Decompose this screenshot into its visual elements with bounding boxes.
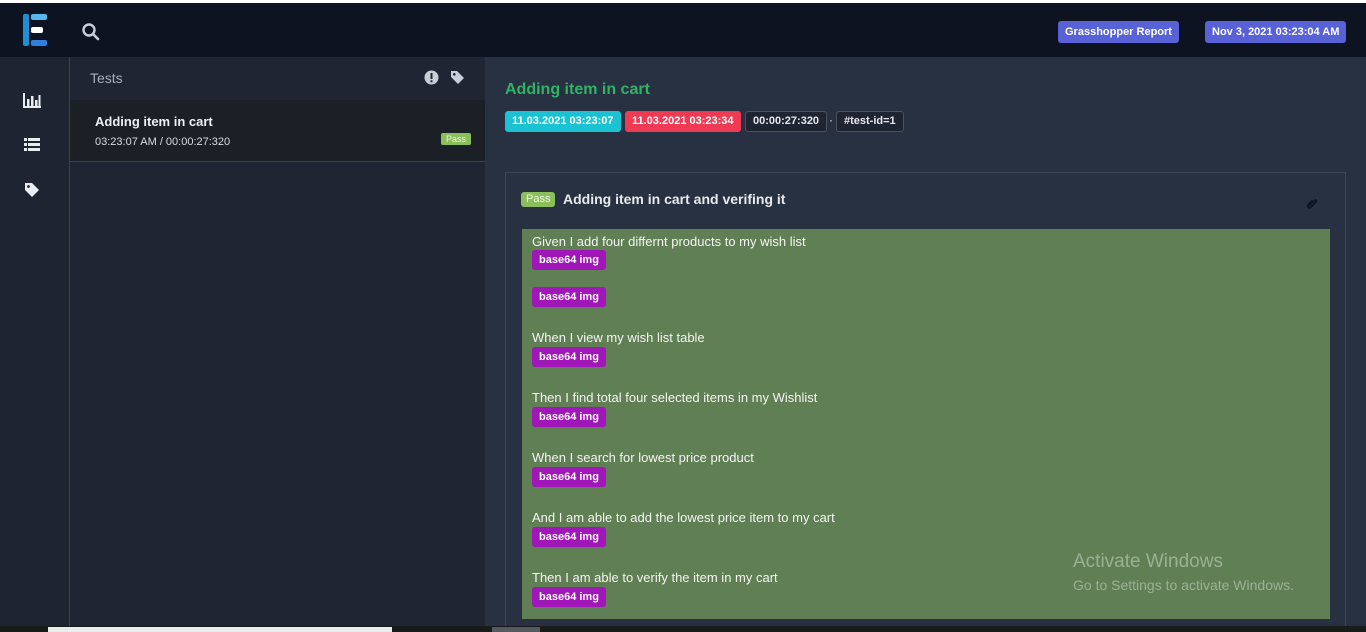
base64-img-button[interactable]: base64 img bbox=[532, 527, 606, 547]
scenario-pass-badge: Pass bbox=[521, 192, 556, 207]
tag-filter-icon[interactable] bbox=[450, 69, 466, 85]
paperclip-icon[interactable] bbox=[1306, 197, 1318, 209]
step-text: When I search for lowest price product bbox=[532, 450, 754, 465]
test-id-badge: #test-id=1 bbox=[836, 111, 904, 132]
list-icon[interactable] bbox=[22, 136, 42, 154]
base64-img-button[interactable]: base64 img bbox=[532, 407, 606, 427]
report-name-badge: Grasshopper Report bbox=[1058, 21, 1179, 43]
activate-windows-watermark: Activate Windows Go to Settings to activ… bbox=[1073, 551, 1294, 593]
watermark-title: Activate Windows bbox=[1073, 551, 1223, 572]
test-name: Adding item in cart bbox=[95, 114, 213, 129]
duration-badge: 00:00:27:320 bbox=[745, 111, 828, 132]
bottom-scrollbar[interactable] bbox=[0, 626, 1366, 632]
base64-img-button[interactable]: base64 img bbox=[532, 587, 606, 607]
left-navigation bbox=[0, 57, 70, 632]
base64-img-button[interactable]: base64 img bbox=[532, 467, 606, 487]
step-text: Given I add four differnt products to my… bbox=[532, 234, 806, 249]
bar-chart-icon[interactable] bbox=[22, 91, 42, 109]
step-text: Then I am able to verify the item in my … bbox=[532, 570, 778, 585]
tests-panel: Tests Adding item in cart 03:23:07 AM / … bbox=[70, 57, 485, 632]
tests-panel-title: Tests bbox=[90, 70, 123, 86]
test-time: 03:23:07 AM / 00:00:27:320 bbox=[95, 136, 231, 148]
scenario-title: Adding item in cart and verifing it bbox=[563, 191, 786, 207]
scrollbar-thumb[interactable] bbox=[48, 627, 392, 632]
app-logo-icon[interactable] bbox=[23, 14, 49, 48]
pass-badge: Pass bbox=[441, 133, 472, 145]
separator-dot: · bbox=[829, 113, 833, 127]
tests-panel-header: Tests bbox=[70, 57, 485, 100]
test-detail-title: Adding item in cart bbox=[505, 81, 650, 98]
start-time-badge: 11.03.2021 03:23:07 bbox=[505, 111, 621, 132]
report-date-badge: Nov 3, 2021 03:23:04 AM bbox=[1205, 21, 1347, 43]
search-icon[interactable] bbox=[81, 22, 101, 42]
step-text: And I am able to add the lowest price it… bbox=[532, 510, 835, 525]
base64-img-button[interactable]: base64 img bbox=[532, 250, 606, 270]
exclamation-filter-icon[interactable] bbox=[424, 70, 439, 85]
test-detail-panel: Adding item in cart 11.03.2021 03:23:07 … bbox=[485, 57, 1366, 632]
watermark-subtitle: Go to Settings to activate Windows. bbox=[1073, 577, 1294, 593]
step-text: Then I find total four selected items in… bbox=[532, 390, 818, 405]
base64-img-button[interactable]: base64 img bbox=[532, 287, 606, 307]
test-list-item[interactable]: Adding item in cart 03:23:07 AM / 00:00:… bbox=[70, 100, 485, 162]
end-time-badge: 11.03.2021 03:23:34 bbox=[625, 111, 741, 132]
base64-img-button[interactable]: base64 img bbox=[532, 347, 606, 367]
tag-icon[interactable] bbox=[22, 181, 42, 199]
top-bar: Grasshopper Report Nov 3, 2021 03:23:04 … bbox=[0, 0, 1366, 57]
step-text: When I view my wish list table bbox=[532, 330, 705, 345]
scrollbar-thumb-secondary[interactable] bbox=[492, 627, 540, 632]
